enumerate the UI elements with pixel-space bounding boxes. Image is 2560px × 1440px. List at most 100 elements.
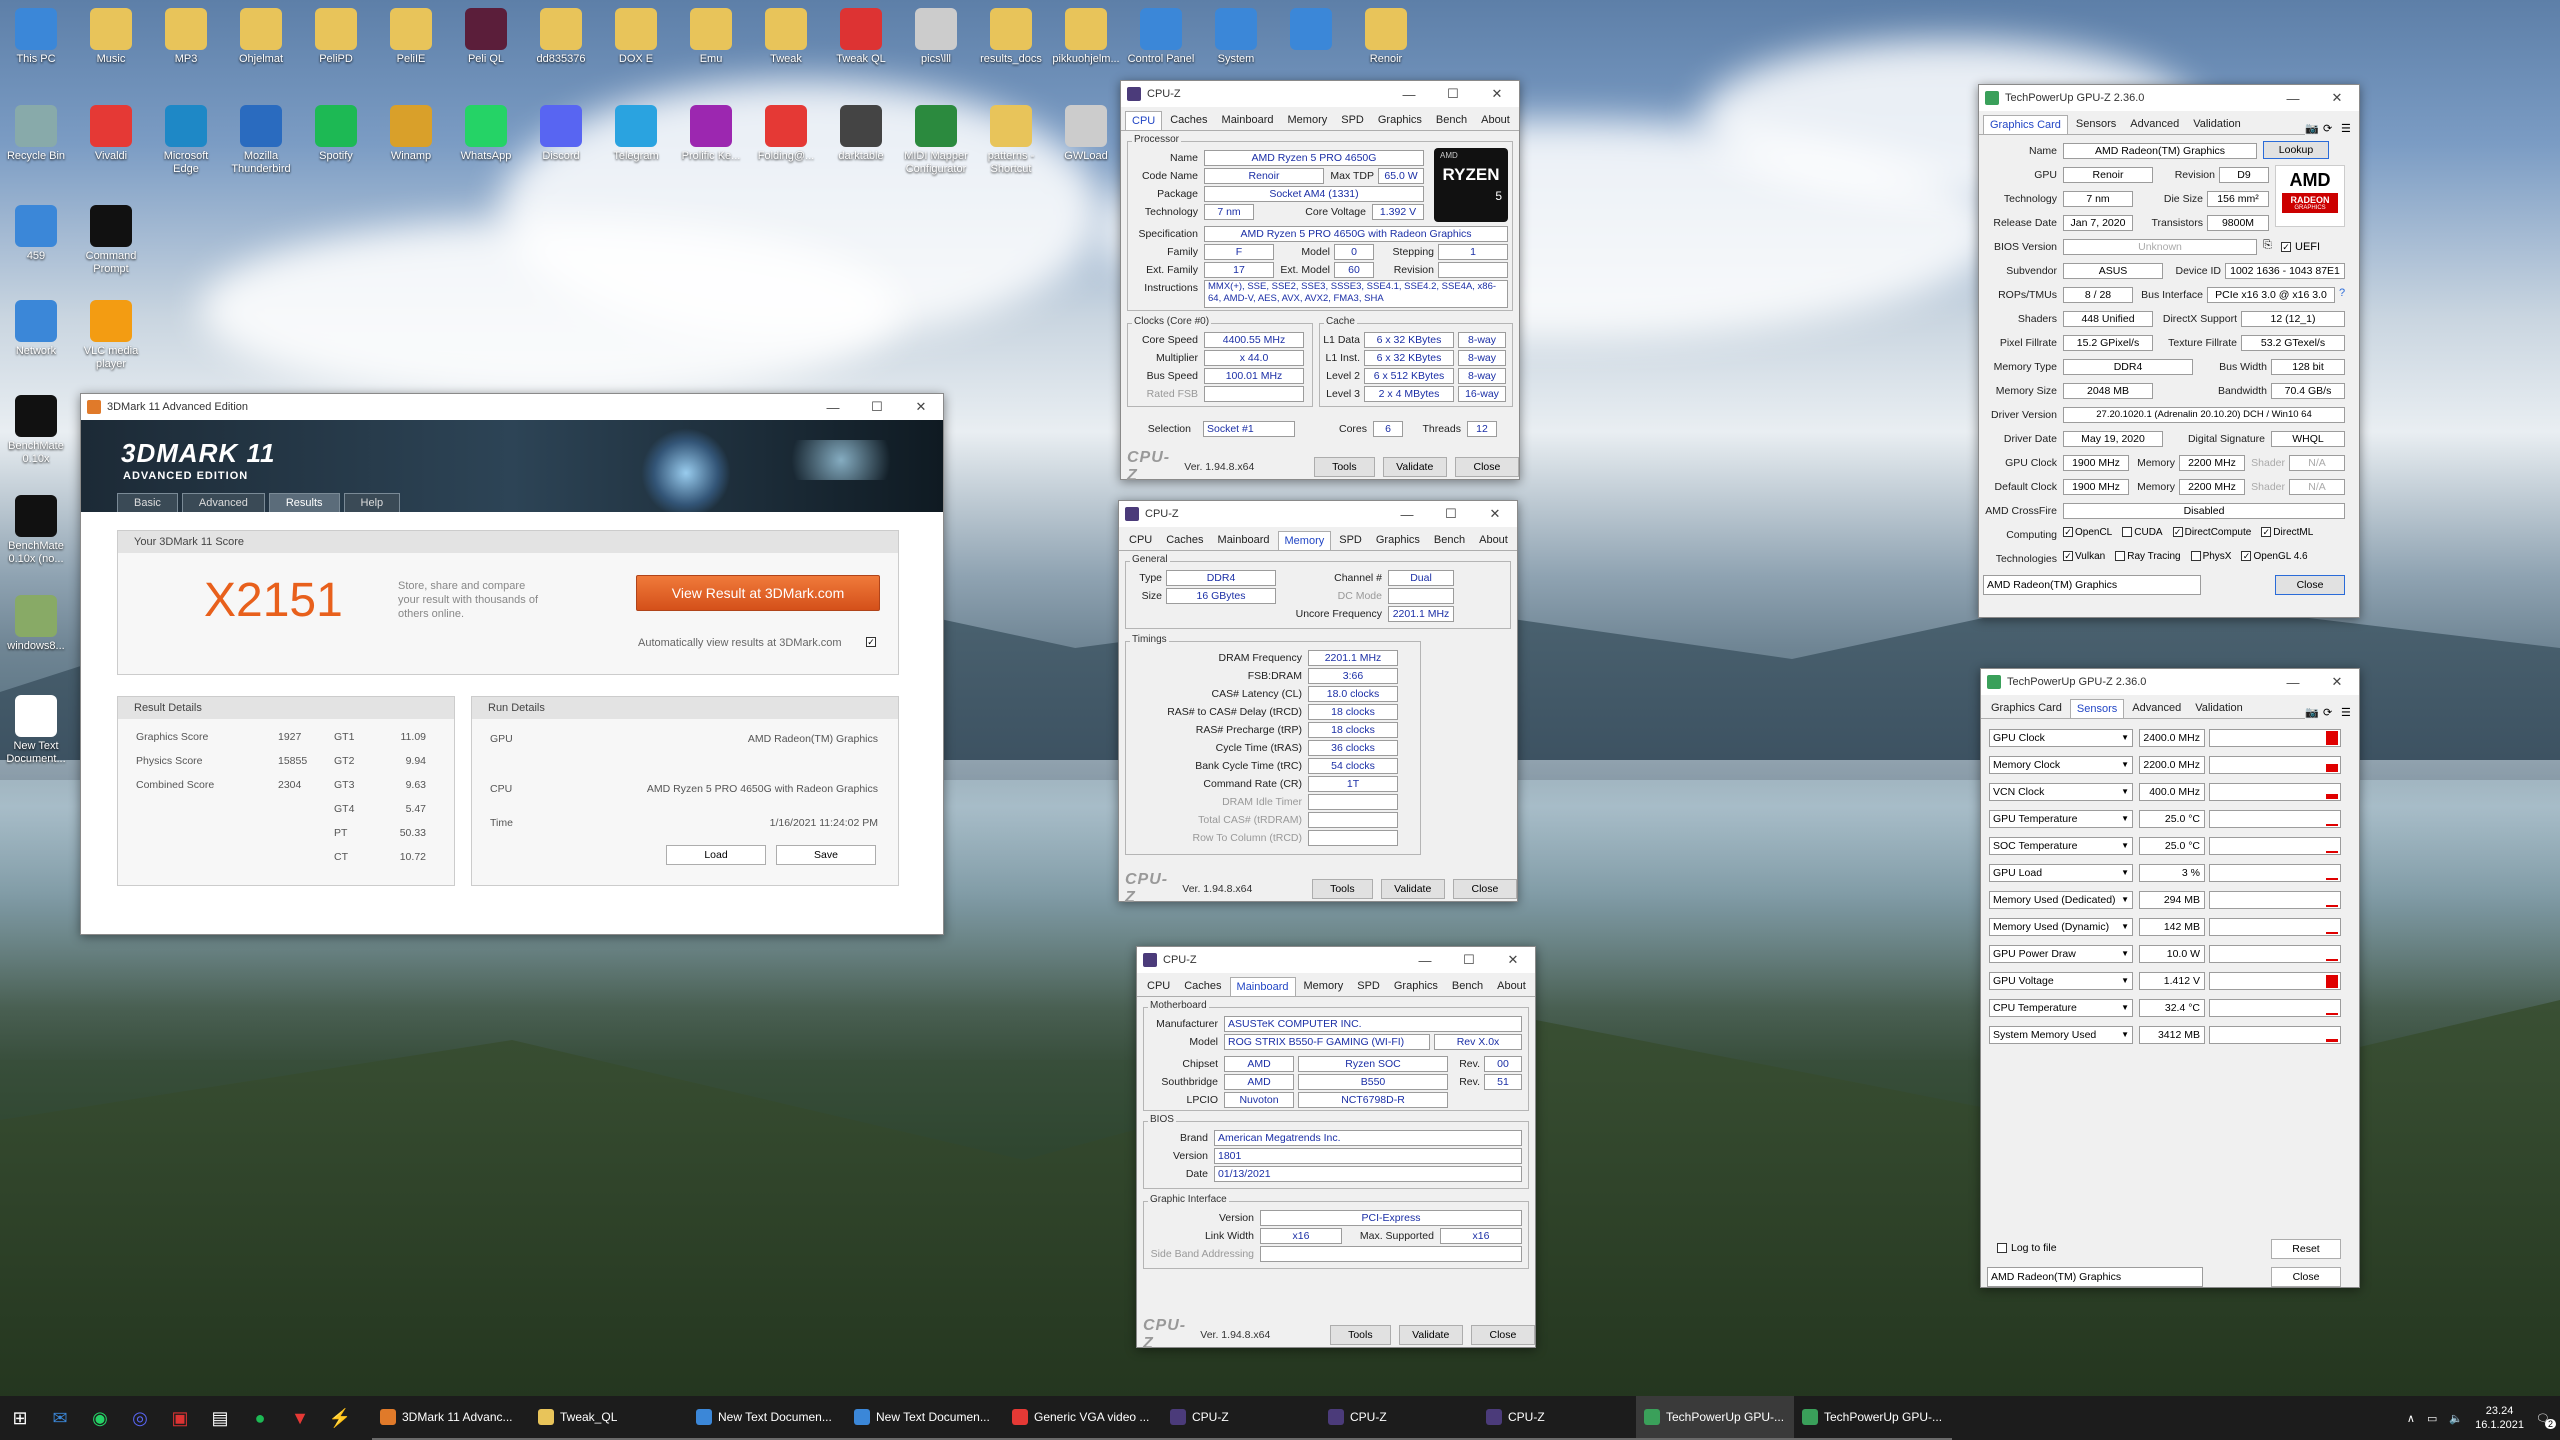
tab-advanced[interactable]: Advanced <box>2126 699 2188 718</box>
selection-dropdown[interactable]: Socket #1 <box>1203 421 1295 437</box>
desktop-icon[interactable]: VLC media player <box>75 300 147 371</box>
desktop-icon[interactable]: Emu <box>675 8 747 66</box>
tab-sensors[interactable]: Sensors <box>2069 699 2125 718</box>
tab-advanced[interactable]: Advanced <box>181 493 265 512</box>
desktop-icon[interactable]: BenchMate 0.10x (no... <box>0 495 72 566</box>
tab-memory[interactable]: Memory <box>1297 977 1350 996</box>
desktop-icon[interactable]: Discord <box>525 105 597 163</box>
desktop-icon[interactable]: Command Prompt <box>75 205 147 276</box>
tools-button[interactable]: Tools <box>1314 457 1375 477</box>
tab-mainboard[interactable]: Mainboard <box>1215 111 1280 130</box>
media-icon[interactable]: ▤ <box>200 1396 240 1440</box>
cpuz-titlebar[interactable]: CPU-Z — ☐ ✕ <box>1121 81 1519 107</box>
gpu-select-dropdown[interactable]: AMD Radeon(TM) Graphics <box>1987 1267 2203 1287</box>
menu-icon[interactable]: ☰ <box>2341 122 2359 135</box>
camera-icon[interactable]: 📷 <box>2305 122 2323 135</box>
tab-advanced[interactable]: Advanced <box>2124 115 2186 134</box>
taskbar-item[interactable]: CPU-Z <box>1162 1396 1320 1440</box>
lookup-button[interactable]: Lookup <box>2263 141 2329 159</box>
sensor-name-dropdown[interactable]: SOC Temperature ▼ <box>1989 837 2133 855</box>
minimize-icon[interactable]: — <box>811 400 855 415</box>
desktop-icon[interactable]: windows8... <box>0 595 72 653</box>
view-result-button[interactable]: View Result at 3DMark.com <box>636 575 880 611</box>
desktop-icon[interactable]: Telegram <box>600 105 672 163</box>
cpuz-cpu-window[interactable]: CPU-Z — ☐ ✕ CPU Caches Mainboard Memory SPD Grap… <box>1120 80 1520 484</box>
camera-icon[interactable]: 📷 <box>2305 706 2323 719</box>
taskbar-item[interactable]: New Text Documen... <box>688 1396 846 1440</box>
reset-button[interactable]: Reset <box>2271 1239 2341 1259</box>
maximize-icon[interactable]: ☐ <box>1431 86 1475 102</box>
tab-graphics[interactable]: Graphics <box>1371 111 1428 130</box>
minimize-icon[interactable]: — <box>1385 507 1429 522</box>
menu-icon[interactable]: ☰ <box>2341 706 2359 719</box>
maximize-icon[interactable]: ☐ <box>1429 506 1473 522</box>
desktop-icon[interactable]: This PC <box>0 8 72 66</box>
3dmark-window[interactable]: 3DMark 11 Advanced Edition — ☐ ✕ 3DMARK 11… <box>80 393 944 935</box>
minimize-icon[interactable]: — <box>1403 953 1447 968</box>
gpuz-titlebar[interactable]: TechPowerUp GPU-Z 2.36.0 — ✕ <box>1981 669 2359 695</box>
cpuz-mainboard-window[interactable]: CPU-Z — ☐ ✕ CPU Caches Mainboard Memory SPD Grap… <box>1136 946 1536 1352</box>
desktop-icon[interactable]: MIDI Mapper Configurator <box>900 105 972 176</box>
network-icon[interactable]: ▭ <box>2427 1412 2437 1425</box>
tab-about[interactable]: About <box>1475 111 1516 130</box>
desktop-icon[interactable]: MP3 <box>150 8 222 66</box>
vivaldi-icon[interactable]: ▼ <box>280 1396 320 1440</box>
save-button[interactable]: Save <box>776 845 876 865</box>
tab-help[interactable]: Help <box>343 493 401 512</box>
tab-graphics-card[interactable]: Graphics Card <box>1983 115 2068 134</box>
desktop-icon[interactable]: Ohjelmat <box>225 8 297 66</box>
share-icon[interactable]: ⎘ <box>2263 239 2272 252</box>
desktop-icon[interactable]: System <box>1200 8 1272 66</box>
sensor-name-dropdown[interactable]: Memory Used (Dynamic) ▼ <box>1989 918 2133 936</box>
gpuz-close-button[interactable]: Close <box>2271 1267 2341 1287</box>
whatsapp-icon[interactable]: ◉ <box>80 1396 120 1440</box>
minimize-icon[interactable]: — <box>1387 87 1431 102</box>
close-icon[interactable]: ✕ <box>1473 506 1517 522</box>
tab-about[interactable]: About <box>1491 977 1532 996</box>
tab-cpu[interactable]: CPU <box>1125 111 1163 130</box>
cpuz-memory-window[interactable]: CPU-Z — ☐ ✕ CPU Caches Mainboard Memory SPD Grap… <box>1118 500 1518 906</box>
close-icon[interactable]: ✕ <box>2315 674 2359 690</box>
tab-validation[interactable]: Validation <box>2189 699 2249 718</box>
desktop-icon[interactable]: PeliPD <box>300 8 372 66</box>
close-button[interactable]: Close <box>1454 457 1520 477</box>
tab-graphics-card[interactable]: Graphics Card <box>1985 699 2068 718</box>
tab-about[interactable]: About <box>1473 531 1514 550</box>
desktop-icon[interactable]: New Text Document... <box>0 695 72 766</box>
desktop-icon[interactable]: Folding@... <box>750 105 822 163</box>
desktop-icon[interactable]: pikkuohjelm... <box>1050 8 1122 66</box>
desktop-icon[interactable]: GWLoad <box>1050 105 1122 163</box>
desktop-icon[interactable]: results_docs <box>975 8 1047 66</box>
taskbar-item[interactable]: 3DMark 11 Advanc... <box>372 1396 530 1440</box>
taskbar-item[interactable]: CPU-Z <box>1320 1396 1478 1440</box>
notification-icon[interactable]: 🗨 2 <box>2536 1412 2556 1429</box>
taskbar-item[interactable]: Tweak_QL <box>530 1396 688 1440</box>
maximize-icon[interactable]: ☐ <box>855 399 899 415</box>
tab-bench[interactable]: Bench <box>1427 531 1472 550</box>
minimize-icon[interactable]: — <box>2271 91 2315 106</box>
tab-memory[interactable]: Memory <box>1281 111 1334 130</box>
tab-spd[interactable]: SPD <box>1351 977 1386 996</box>
cpuz-titlebar[interactable]: CPU-Z — ☐ ✕ <box>1137 947 1535 973</box>
log-to-file-checkbox[interactable] <box>1997 1243 2007 1253</box>
desktop-icon[interactable]: BenchMate 0.10x <box>0 395 72 466</box>
desktop-icon[interactable]: Recycle Bin <box>0 105 72 163</box>
taskbar-item[interactable]: New Text Documen... <box>846 1396 1004 1440</box>
gpu-select-dropdown[interactable]: AMD Radeon(TM) Graphics <box>1983 575 2201 595</box>
gpuz-card-window[interactable]: TechPowerUp GPU-Z 2.36.0 — ✕ Graphics Card… <box>1978 84 2360 618</box>
tab-mainboard[interactable]: Mainboard <box>1229 977 1296 996</box>
close-icon[interactable]: ✕ <box>899 399 943 415</box>
chevron-up-icon[interactable]: ∧ <box>2407 1412 2415 1425</box>
refresh-icon[interactable]: ⟳ <box>2323 122 2341 135</box>
sensor-name-dropdown[interactable]: GPU Clock ▼ <box>1989 729 2133 747</box>
desktop-icon[interactable]: pics\lll <box>900 8 972 66</box>
validate-button[interactable]: Validate <box>1380 879 1445 899</box>
outlook-icon[interactable]: ✉ <box>40 1396 80 1440</box>
help-icon[interactable]: ? <box>2339 287 2345 299</box>
desktop-icon[interactable]: Prolific Ke... <box>675 105 747 163</box>
desktop-icon[interactable]: Renoir <box>1350 8 1422 66</box>
desktop-icon[interactable] <box>1275 8 1347 53</box>
sensor-name-dropdown[interactable]: CPU Temperature ▼ <box>1989 999 2133 1017</box>
validate-button[interactable]: Validate <box>1382 457 1447 477</box>
discord-icon[interactable]: ◎ <box>120 1396 160 1440</box>
